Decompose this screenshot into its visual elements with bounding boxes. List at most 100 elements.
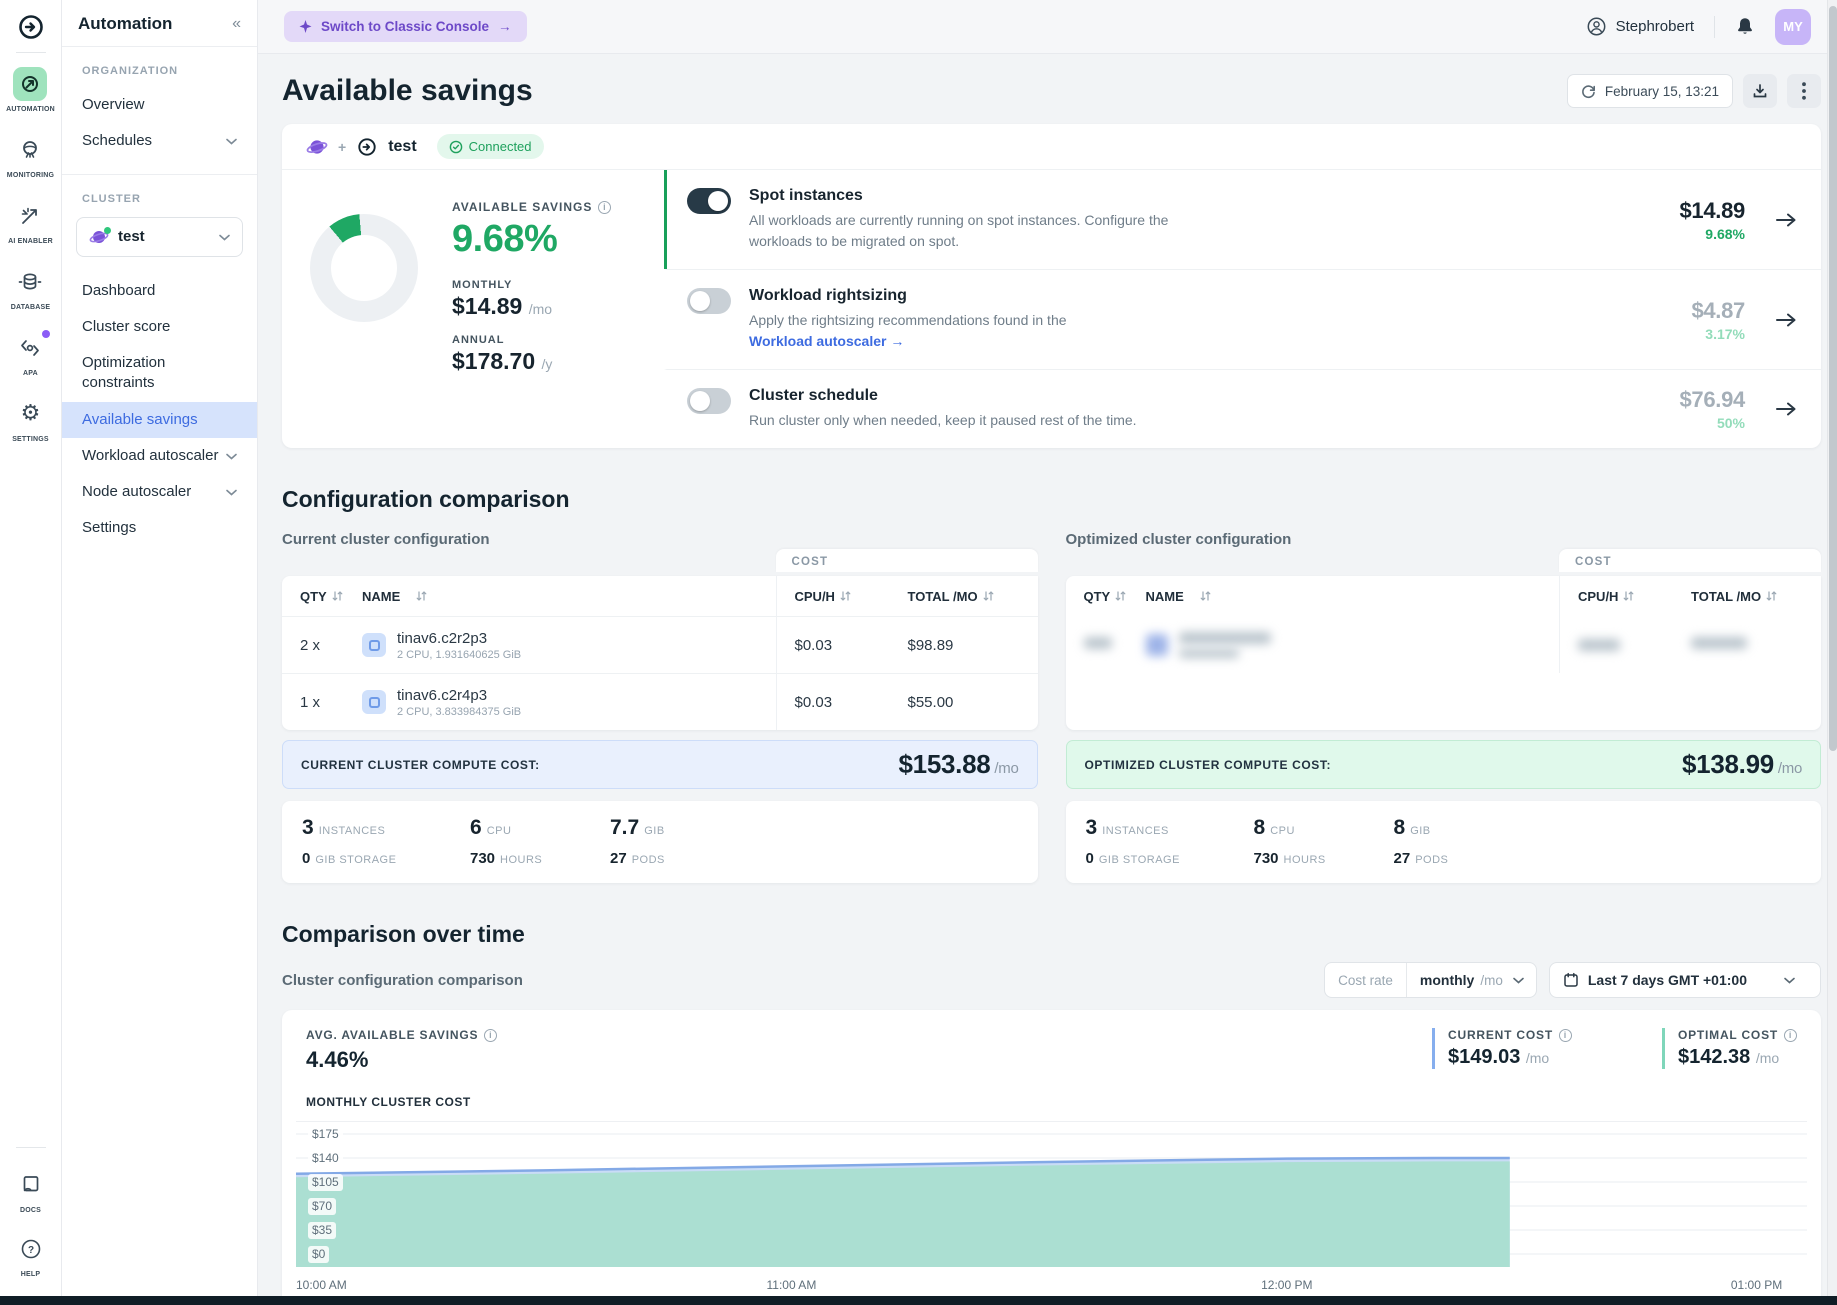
sidebar-section-cluster: CLUSTER [62, 189, 257, 215]
info-icon[interactable]: i [1559, 1029, 1572, 1042]
workload-rightsizing-toggle[interactable] [687, 288, 731, 314]
sidebar-title: Automation [78, 14, 172, 34]
bottom-bar [0, 1296, 1837, 1305]
rail-item-apa[interactable]: APA [13, 331, 47, 377]
sidebar-collapse-icon[interactable]: « [232, 15, 241, 33]
column-header-total[interactable]: TOTAL /MO [1681, 589, 1821, 604]
chevron-down-icon [1782, 977, 1807, 984]
topbar-divider [1714, 16, 1715, 38]
sidebar-automation: Automation « ORGANIZATION Overview Sched… [62, 0, 258, 1296]
scrollbar-thumb[interactable] [1829, 6, 1837, 751]
option-description: Run cluster only when needed, keep it pa… [749, 410, 1137, 431]
current-configuration-column: Current cluster configuration COST QTY N… [282, 531, 1038, 883]
info-icon[interactable]: i [484, 1029, 497, 1042]
sort-icon [840, 590, 851, 602]
column-header-cpuh[interactable]: CPU/H [776, 576, 898, 616]
settings-gear-icon: ⚙ [13, 397, 47, 431]
sidebar-item-dashboard[interactable]: Dashboard [62, 273, 257, 309]
calendar-icon [1563, 972, 1579, 988]
x-axis-tick: 01:00 PM [1731, 1278, 1782, 1292]
rail-item-database[interactable]: DATABASE [11, 265, 50, 311]
workload-autoscaler-link[interactable]: Workload autoscaler [749, 333, 886, 349]
switch-classic-console-button[interactable]: Switch to Classic Console → [284, 11, 527, 42]
savings-donut [310, 214, 418, 322]
avg-available-savings: AVG. AVAILABLE SAVINGSi 4.46% [306, 1028, 497, 1073]
topbar: Switch to Classic Console → Stephrobert … [258, 0, 1837, 54]
refresh-button[interactable]: February 15, 13:21 [1567, 74, 1733, 108]
date-range-select[interactable]: Last 7 days GMT +01:00 [1549, 962, 1821, 998]
rail-item-docs[interactable]: DOCS [14, 1168, 48, 1214]
row-total: $98.89 [898, 637, 1038, 654]
docs-book-icon [14, 1168, 48, 1202]
sidebar-item-settings[interactable]: Settings [62, 510, 257, 546]
column-header-qty[interactable]: QTY [1066, 589, 1146, 604]
link-arrow-right-icon[interactable]: → [890, 333, 904, 349]
rail-label-database: DATABASE [11, 304, 50, 311]
cluster-select[interactable]: test [76, 217, 243, 257]
y-axis-tick: $140 [308, 1150, 343, 1167]
rail-item-monitoring[interactable]: MONITORING [7, 133, 54, 179]
arrow-right-icon[interactable] [1775, 212, 1797, 228]
sidebar-item-cluster-score[interactable]: Cluster score [62, 309, 257, 345]
cluster-status-dot [104, 227, 111, 234]
chart-x-axis: 10:00 AM11:00 AM12:00 PM01:00 PM [296, 1278, 1807, 1296]
info-icon[interactable]: i [1784, 1029, 1797, 1042]
more-options-kebab-button[interactable] [1787, 74, 1821, 108]
brand-logo-icon [356, 136, 378, 158]
redacted-cell [1179, 632, 1271, 644]
redacted-cell [1578, 639, 1620, 651]
page-title: Available savings [282, 74, 533, 108]
x-axis-tick: 10:00 AM [296, 1278, 347, 1292]
info-icon[interactable]: i [598, 201, 611, 214]
sidebar-item-optimization-constraints[interactable]: Optimization constraints [62, 345, 257, 402]
sidebar-item-overview[interactable]: Overview [62, 87, 257, 123]
download-button[interactable] [1743, 74, 1777, 108]
option-value: $14.89 [1680, 198, 1746, 224]
chevron-down-icon [226, 131, 237, 151]
rail-item-ai-enabler[interactable]: AI ENABLER [8, 199, 53, 245]
rail-label-help: HELP [21, 1271, 40, 1278]
arrow-right-icon[interactable] [1775, 401, 1797, 417]
instance-icon [362, 633, 386, 657]
rail-label-ai-enabler: AI ENABLER [8, 238, 53, 245]
avatar[interactable]: MY [1775, 9, 1811, 45]
notifications-bell-icon[interactable] [1735, 16, 1755, 37]
user-menu[interactable]: Stephrobert [1586, 16, 1694, 37]
current-compute-cost-box: CURRENT CLUSTER COMPUTE COST: $153.88/mo [282, 740, 1038, 789]
instance-spec: 2 CPU, 3.833984375 GiB [397, 706, 521, 718]
rail-item-help[interactable]: ? HELP [14, 1232, 48, 1278]
sidebar-item-available-savings[interactable]: Available savings [62, 402, 257, 438]
rail-item-automation[interactable]: AUTOMATION [6, 67, 55, 113]
optimized-compute-cost-box: OPTIMIZED CLUSTER COMPUTE COST: $138.99/… [1066, 740, 1822, 789]
option-value: $4.87 [1691, 298, 1745, 324]
column-header-cpuh[interactable]: CPU/H [1559, 576, 1681, 616]
rail-item-settings[interactable]: ⚙ SETTINGS [12, 397, 49, 443]
column-header-total[interactable]: TOTAL /MO [898, 589, 1038, 604]
current-config-label: Current cluster configuration [282, 531, 1038, 548]
sort-icon [1200, 590, 1211, 602]
stat-storage: 0GIB STORAGE [1086, 850, 1254, 868]
sidebar-item-node-autoscaler[interactable]: Node autoscaler [62, 474, 257, 510]
chevron-down-icon [1511, 977, 1536, 984]
spot-instances-toggle[interactable] [687, 188, 731, 214]
cluster-cost-chart: $0$35$70$105$140$175 [296, 1121, 1807, 1272]
chevron-down-icon [219, 228, 230, 246]
user-name: Stephrobert [1616, 18, 1694, 35]
cluster-schedule-toggle[interactable] [687, 388, 731, 414]
arrow-right-icon[interactable] [1775, 312, 1797, 328]
column-header-qty[interactable]: QTY [282, 589, 362, 604]
svg-text:?: ? [27, 1245, 33, 1256]
sidebar-item-schedules[interactable]: Schedules [62, 123, 257, 159]
redacted-cell [1179, 649, 1239, 658]
option-value: $76.94 [1680, 387, 1746, 413]
stat-hours: 730HOURS [470, 850, 610, 868]
brand-logo-icon[interactable] [14, 10, 48, 44]
rail-label-apa: APA [23, 370, 38, 377]
database-icon [13, 265, 47, 299]
icon-rail: AUTOMATION MONITORING AI ENABLER DATABAS… [0, 0, 62, 1296]
column-header-name[interactable]: NAME [362, 589, 776, 604]
cost-rate-select[interactable]: Cost rate monthly /mo [1324, 962, 1537, 998]
sidebar-item-workload-autoscaler[interactable]: Workload autoscaler [62, 438, 257, 474]
column-header-name[interactable]: NAME [1146, 589, 1560, 604]
option-title: Cluster schedule [749, 387, 1137, 405]
